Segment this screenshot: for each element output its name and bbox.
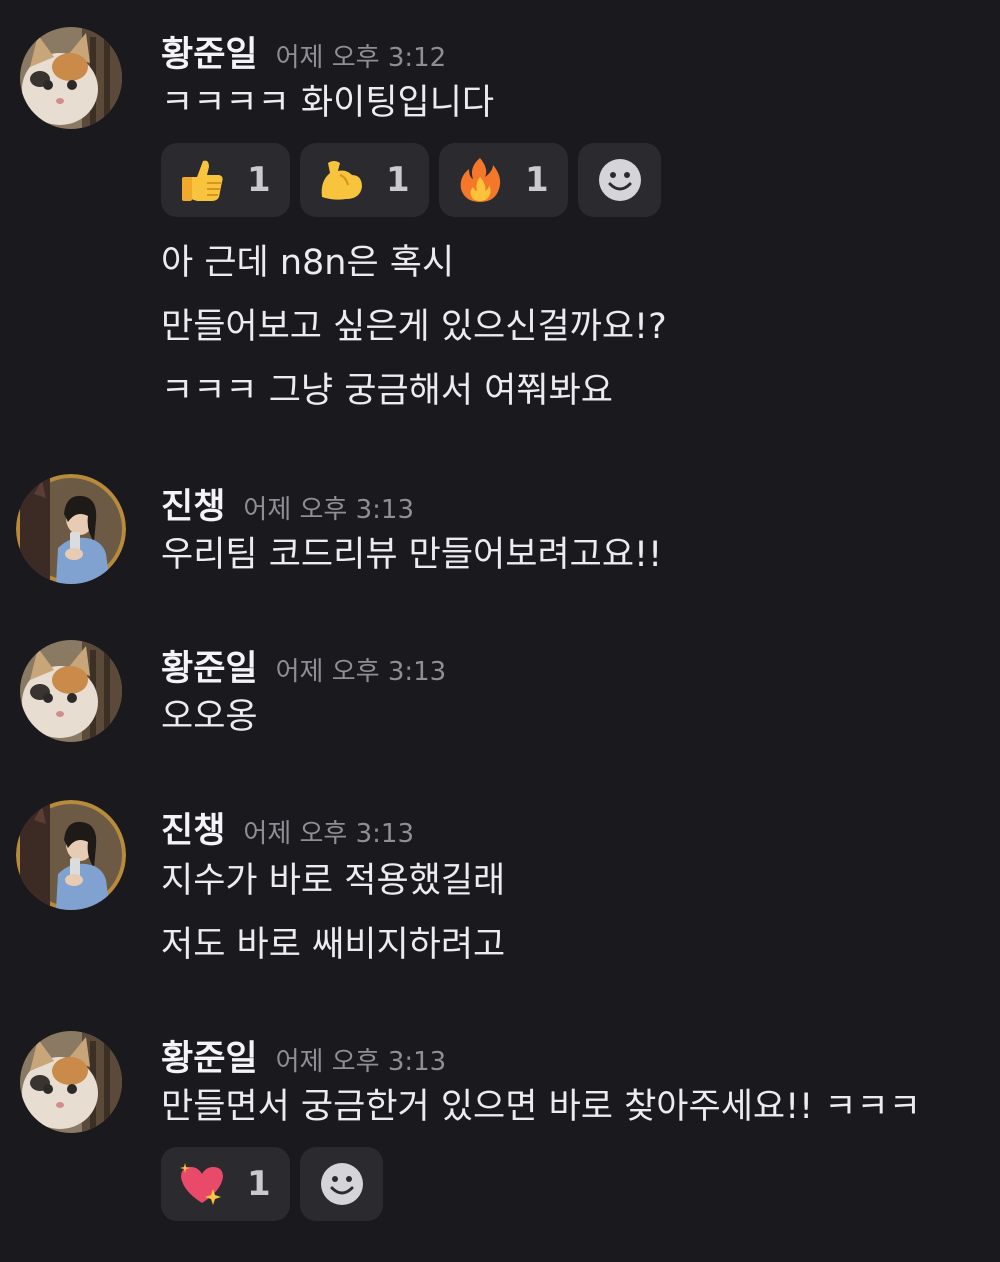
reaction-bar: 1: [161, 1147, 383, 1221]
reaction-count: 1: [525, 160, 549, 200]
sparkling-heart-icon: [180, 1163, 223, 1205]
timestamp[interactable]: 어제 오후 3:13: [243, 819, 414, 849]
timestamp[interactable]: 어제 오후 3:13: [276, 1047, 447, 1077]
message-text: ㅋㅋㅋㅋ 화이팅입니다: [161, 83, 495, 123]
reaction-fire[interactable]: 1: [439, 143, 568, 217]
cat-avatar-image: [20, 1031, 122, 1133]
smiley-icon: [598, 159, 641, 201]
girl-avatar-image: [16, 800, 126, 910]
message-header: 진챙 어제 오후 3:13: [161, 478, 414, 528]
avatar-girl[interactable]: [16, 474, 126, 584]
message-header: 황준일 어제 오후 3:13: [161, 1030, 446, 1080]
add-reaction-button[interactable]: [300, 1147, 383, 1221]
message-text: ㅋㅋㅋ 그냥 궁금해서 여쭤봐요: [161, 371, 613, 411]
timestamp[interactable]: 어제 오후 3:13: [276, 657, 447, 687]
reaction-flexed-biceps[interactable]: 1: [300, 143, 429, 217]
timestamp[interactable]: 어제 오후 3:13: [243, 495, 414, 525]
author-name[interactable]: 황준일: [161, 1039, 258, 1079]
author-name[interactable]: 진챙: [161, 487, 225, 527]
thumbs-up-icon: [182, 160, 223, 201]
message-header: 황준일 어제 오후 3:13: [161, 640, 446, 690]
avatar-cat[interactable]: [20, 1031, 122, 1133]
message-text: 저도 바로 쌔비지하려고: [161, 925, 506, 965]
add-reaction-button[interactable]: [578, 143, 661, 217]
smiley-icon: [320, 1163, 363, 1205]
reaction-thumbs-up[interactable]: 1: [161, 143, 290, 217]
reaction-bar: 1 1 1: [161, 143, 661, 217]
flexed-biceps-icon: [321, 161, 362, 200]
message-text: 아 근데 n8n은 혹시: [161, 243, 455, 283]
message-text: 지수가 바로 적용했길래: [161, 861, 506, 901]
reaction-sparkling-heart[interactable]: 1: [161, 1147, 290, 1221]
fire-icon: [460, 158, 501, 202]
cat-avatar-image: [20, 27, 122, 129]
avatar-cat[interactable]: [20, 640, 122, 742]
reaction-count: 1: [247, 160, 271, 200]
avatar-cat[interactable]: [20, 27, 122, 129]
girl-avatar-image: [16, 474, 126, 584]
author-name[interactable]: 황준일: [161, 649, 258, 689]
cat-avatar-image: [20, 640, 122, 742]
reaction-count: 1: [247, 1164, 271, 1204]
author-name[interactable]: 진챙: [161, 811, 225, 851]
message-header: 황준일 어제 오후 3:12: [161, 26, 446, 76]
message-header: 진챙 어제 오후 3:13: [161, 802, 414, 852]
message-text: 우리팀 코드리뷰 만들어보려고요!!: [161, 535, 663, 575]
message-text: 만들면서 궁금한거 있으면 바로 찾아주세요!! ㅋㅋㅋ: [161, 1087, 921, 1127]
avatar-girl[interactable]: [16, 800, 126, 910]
author-name[interactable]: 황준일: [161, 35, 258, 75]
message-text: 만들어보고 싶은게 있으신걸까요!?: [161, 307, 667, 347]
message-text: 오오옹: [161, 697, 258, 737]
timestamp[interactable]: 어제 오후 3:12: [276, 43, 447, 73]
reaction-count: 1: [386, 160, 410, 200]
